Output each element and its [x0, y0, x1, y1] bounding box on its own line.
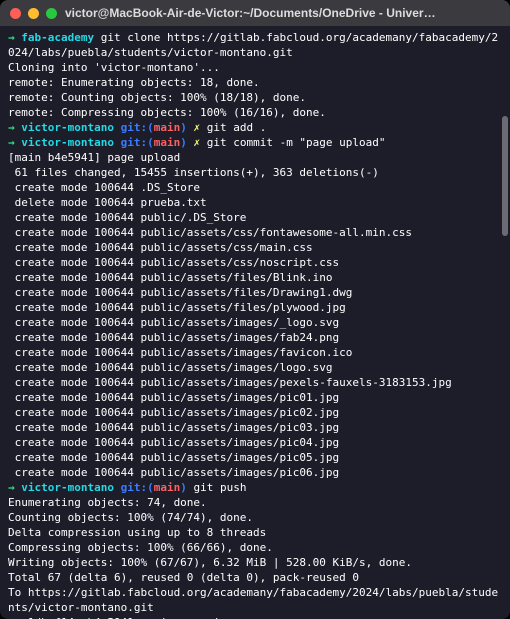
commit-output: create mode 100644 .DS_Store delete mode…: [8, 180, 502, 480]
output-line: create mode 100644 public/.DS_Store: [8, 210, 502, 225]
output-line: create mode 100644 public/assets/css/nos…: [8, 255, 502, 270]
scrollbar-thumb[interactable]: [502, 116, 508, 236]
titlebar[interactable]: victor@MacBook-Air-de-Victor:~/Documents…: [0, 0, 510, 26]
output-line: create mode 100644 public/assets/images/…: [8, 375, 502, 390]
git-branch: main: [154, 121, 181, 134]
git-label: git:(: [121, 121, 154, 134]
output-line: remote: Compressing objects: 100% (16/16…: [8, 105, 502, 120]
clone-output: Cloning into 'victor-montano'...remote: …: [8, 60, 502, 120]
terminal-body[interactable]: → fab-academy git clone https://gitlab.f…: [0, 26, 510, 619]
dirty-icon: ✗: [187, 121, 200, 134]
output-line: remote: Counting objects: 100% (18/18), …: [8, 90, 502, 105]
output-line: Counting objects: 100% (74/74), done.: [8, 510, 502, 525]
output-line: create mode 100644 public/assets/images/…: [8, 360, 502, 375]
output-line: Total 67 (delta 6), reused 0 (delta 0), …: [8, 570, 502, 585]
close-icon[interactable]: [10, 8, 21, 19]
dirty-icon: ✗: [187, 136, 200, 149]
output-line: create mode 100644 public/assets/images/…: [8, 390, 502, 405]
git-close: ): [180, 136, 187, 149]
git-branch: main: [154, 481, 181, 494]
git-close: ): [180, 481, 187, 494]
output-line: create mode 100644 public/assets/images/…: [8, 405, 502, 420]
output-line: create mode 100644 public/assets/files/B…: [8, 270, 502, 285]
commit-summary: 61 files changed, 15455 insertions(+), 3…: [8, 165, 502, 180]
output-line: Compressing objects: 100% (66/66), done.: [8, 540, 502, 555]
prompt-arrow-icon: →: [8, 136, 21, 149]
git-close: ): [180, 121, 187, 134]
output-line: Writing objects: 100% (67/67), 6.32 MiB …: [8, 555, 502, 570]
prompt-line: → victor-montano git:(main) ✗ git add .: [8, 120, 502, 135]
git-label: git:(: [121, 481, 154, 494]
output-line: To https://gitlab.fabcloud.org/academany…: [8, 585, 502, 615]
traffic-lights: [10, 8, 57, 19]
output-line: create mode 100644 public/assets/css/mai…: [8, 240, 502, 255]
window-title: victor@MacBook-Air-de-Victor:~/Documents…: [57, 6, 450, 21]
output-line: remote: Enumerating objects: 18, done.: [8, 75, 502, 90]
command-text: git add .: [200, 121, 266, 134]
output-line: create mode 100644 public/assets/images/…: [8, 315, 502, 330]
zoom-icon[interactable]: [46, 8, 57, 19]
output-line: delete mode 100644 prueba.txt: [8, 195, 502, 210]
output-line: Delta compression using up to 8 threads: [8, 525, 502, 540]
prompt-arrow-icon: →: [8, 31, 21, 44]
output-line: Cloning into 'victor-montano'...: [8, 60, 502, 75]
command-text: git commit -m "page upload": [200, 136, 385, 149]
push-output: Enumerating objects: 74, done.Counting o…: [8, 495, 502, 619]
prompt-line: → fab-academy git clone https://gitlab.f…: [8, 30, 502, 60]
prompt-arrow-icon: →: [8, 481, 21, 494]
prompt-dir: victor-montano: [21, 481, 114, 494]
output-line: create mode 100644 public/assets/images/…: [8, 435, 502, 450]
git-label: git:(: [121, 136, 154, 149]
output-line: create mode 100644 public/assets/css/fon…: [8, 225, 502, 240]
git-branch: main: [154, 136, 181, 149]
output-line: create mode 100644 public/assets/files/D…: [8, 285, 502, 300]
output-line: create mode 100644 public/assets/files/p…: [8, 300, 502, 315]
prompt-dir: victor-montano: [21, 121, 114, 134]
output-line: create mode 100644 .DS_Store: [8, 180, 502, 195]
command-text: git push: [187, 481, 247, 494]
commit-head: [main b4e5941] page upload: [8, 150, 502, 165]
prompt-line: → victor-montano git:(main) ✗ git commit…: [8, 135, 502, 150]
output-line: create mode 100644 public/assets/images/…: [8, 330, 502, 345]
prompt-dir: fab-academy: [21, 31, 94, 44]
prompt-arrow-icon: →: [8, 121, 21, 134]
output-line: create mode 100644 public/assets/images/…: [8, 465, 502, 480]
output-line: create mode 100644 public/assets/images/…: [8, 345, 502, 360]
output-line: 1dbcf14..b4e5941 main -> main: [8, 615, 502, 619]
prompt-line: → victor-montano git:(main) git push: [8, 480, 502, 495]
minimize-icon[interactable]: [28, 8, 39, 19]
terminal-window: victor@MacBook-Air-de-Victor:~/Documents…: [0, 0, 510, 619]
prompt-dir: victor-montano: [21, 136, 114, 149]
output-line: create mode 100644 public/assets/images/…: [8, 450, 502, 465]
output-line: Enumerating objects: 74, done.: [8, 495, 502, 510]
output-line: create mode 100644 public/assets/images/…: [8, 420, 502, 435]
